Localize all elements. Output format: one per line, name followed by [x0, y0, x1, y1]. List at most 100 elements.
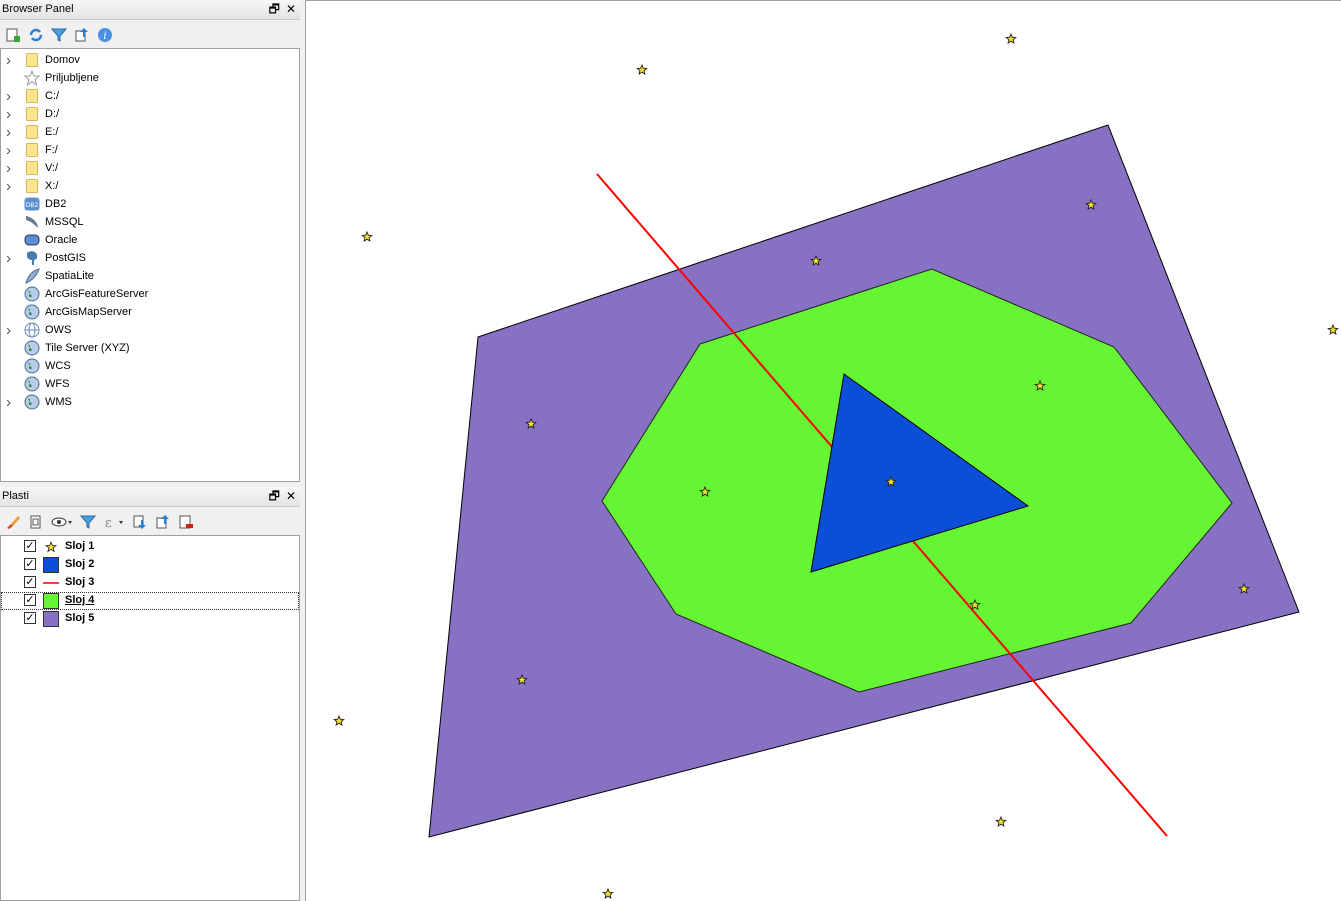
layer-visibility-checkbox[interactable]: ✓	[24, 594, 36, 606]
layer-visibility-checkbox[interactable]: ✓	[24, 612, 36, 624]
mssql-icon	[24, 214, 40, 230]
browser-item-v[interactable]: › V:/	[1, 159, 299, 177]
expand-arrow-icon[interactable]: ›	[6, 250, 16, 267]
expand-arrow-icon[interactable]: ›	[6, 394, 16, 411]
svg-text:i: i	[103, 31, 106, 42]
globe-icon	[24, 394, 40, 410]
sloj1-point	[361, 230, 373, 242]
filter-browser-button[interactable]	[49, 25, 69, 45]
add-selected-layers-button[interactable]	[3, 25, 23, 45]
browser-item-oracle[interactable]: Oracle	[1, 231, 299, 249]
filter-legend-button[interactable]	[78, 512, 98, 532]
expand-arrow-icon[interactable]: ›	[6, 322, 16, 339]
close-panel-button[interactable]: ✕	[286, 2, 296, 16]
globe-icon	[24, 304, 40, 320]
browser-item-x[interactable]: › X:/	[1, 177, 299, 195]
browser-item-wfs[interactable]: WFS	[1, 375, 299, 393]
star-icon	[24, 70, 40, 86]
expand-arrow-icon[interactable]: ›	[6, 178, 16, 195]
collapse-all-button[interactable]	[72, 25, 92, 45]
remove-layer-icon	[179, 515, 193, 529]
browser-item-arcgismapserver[interactable]: ArcGisMapServer	[1, 303, 299, 321]
line-symbol-icon	[43, 575, 59, 591]
sloj1-point	[602, 887, 614, 899]
svg-text:DB2: DB2	[26, 202, 39, 209]
browser-item-c[interactable]: › C:/	[1, 87, 299, 105]
browser-item-label: Priljubljene	[45, 72, 99, 84]
globe-grid-icon	[24, 322, 40, 338]
star-symbol-icon	[43, 539, 59, 555]
layers-tree[interactable]: ✓ Sloj 1 ✓ Sloj 2 ✓ Sloj 3 ✓ Sloj 4 ✓ Sloj 5	[0, 535, 300, 901]
sloj1-point	[636, 63, 648, 75]
browser-item-e[interactable]: › E:/	[1, 123, 299, 141]
fill-symbol-icon	[43, 611, 59, 627]
close-panel-button[interactable]: ✕	[286, 489, 296, 503]
info-icon: i	[98, 28, 112, 42]
add-layer-icon	[6, 28, 20, 42]
browser-item-tile-server-xyz[interactable]: Tile Server (XYZ)	[1, 339, 299, 357]
folder-icon	[24, 106, 40, 122]
spatialite-feather-icon	[24, 268, 40, 284]
browser-panel-titlebar: Browser Panel 🗗 ✕	[0, 0, 300, 20]
map-canvas[interactable]	[305, 0, 1341, 901]
browser-item-label: DB2	[45, 198, 67, 210]
add-group-button[interactable]	[26, 512, 46, 532]
browser-item-d[interactable]: › D:/	[1, 105, 299, 123]
browser-item-wms[interactable]: › WMS	[1, 393, 299, 411]
layer-item[interactable]: ✓ Sloj 3	[1, 574, 299, 592]
expand-all-button[interactable]	[130, 512, 150, 532]
expand-arrow-icon[interactable]: ›	[6, 160, 16, 177]
properties-button[interactable]: i	[95, 25, 115, 45]
style-layer-button[interactable]	[3, 512, 23, 532]
browser-item-postgis[interactable]: › PostGIS	[1, 249, 299, 267]
folder-icon	[24, 160, 40, 176]
layer-item[interactable]: ✓ Sloj 4	[1, 592, 299, 610]
browser-item-label: WCS	[45, 360, 71, 372]
browser-item-f[interactable]: › F:/	[1, 141, 299, 159]
left-dock: Browser Panel 🗗 ✕ i › Domov Priljubljene › C…	[0, 0, 303, 901]
expand-arrow-icon[interactable]: ›	[6, 124, 16, 141]
browser-item-label: F:/	[45, 144, 58, 156]
expand-arrow-icon[interactable]: ›	[6, 52, 16, 69]
browser-panel-title: Browser Panel	[2, 3, 74, 15]
expand-arrow-icon[interactable]: ›	[6, 142, 16, 159]
refresh-icon	[29, 28, 43, 42]
browser-item-ows[interactable]: › OWS	[1, 321, 299, 339]
browser-item-arcgisfeatureserver[interactable]: ArcGisFeatureServer	[1, 285, 299, 303]
float-panel-button[interactable]: 🗗	[269, 489, 280, 503]
folder-icon	[24, 142, 40, 158]
layer-name: Sloj 4	[65, 594, 95, 606]
layer-visibility-checkbox[interactable]: ✓	[24, 576, 36, 588]
sloj1-point	[1005, 32, 1017, 44]
browser-tree[interactable]: › Domov Priljubljene › C:/ › D:/ › E:/ › F:/ › V:/ › X…	[0, 48, 300, 482]
browser-item-wcs[interactable]: WCS	[1, 357, 299, 375]
db2-icon: DB2	[24, 196, 40, 212]
browser-item-db2[interactable]: DB2 DB2	[1, 195, 299, 213]
layers-panel-title: Plasti	[2, 490, 29, 502]
expand-arrow-icon[interactable]: ›	[6, 88, 16, 105]
browser-item-label: X:/	[45, 180, 59, 192]
layer-item[interactable]: ✓ Sloj 5	[1, 610, 299, 628]
layer-item[interactable]: ✓ Sloj 1	[1, 538, 299, 556]
oracle-icon	[24, 232, 40, 248]
browser-item-priljubljene[interactable]: Priljubljene	[1, 69, 299, 87]
browser-item-mssql[interactable]: MSSQL	[1, 213, 299, 231]
browser-item-label: C:/	[45, 90, 60, 102]
manage-visibility-button[interactable]	[49, 512, 75, 532]
layer-visibility-checkbox[interactable]: ✓	[24, 540, 36, 552]
collapse-all-layers-button[interactable]	[153, 512, 173, 532]
remove-layer-button[interactable]	[176, 512, 196, 532]
layer-visibility-checkbox[interactable]: ✓	[24, 558, 36, 570]
paintbrush-icon	[7, 516, 20, 529]
layer-item[interactable]: ✓ Sloj 2	[1, 556, 299, 574]
browser-item-label: V:/	[45, 162, 59, 174]
browser-item-spatialite[interactable]: SpatiaLite	[1, 267, 299, 285]
float-panel-button[interactable]: 🗗	[269, 2, 280, 16]
expand-arrow-icon[interactable]: ›	[6, 106, 16, 123]
browser-item-label: Tile Server (XYZ)	[45, 342, 130, 354]
refresh-button[interactable]	[26, 25, 46, 45]
browser-item-domov[interactable]: › Domov	[1, 51, 299, 69]
expand-all-icon	[133, 515, 146, 529]
browser-toolbar: i	[0, 22, 300, 48]
filter-by-expression-button[interactable]: ε	[101, 512, 127, 532]
